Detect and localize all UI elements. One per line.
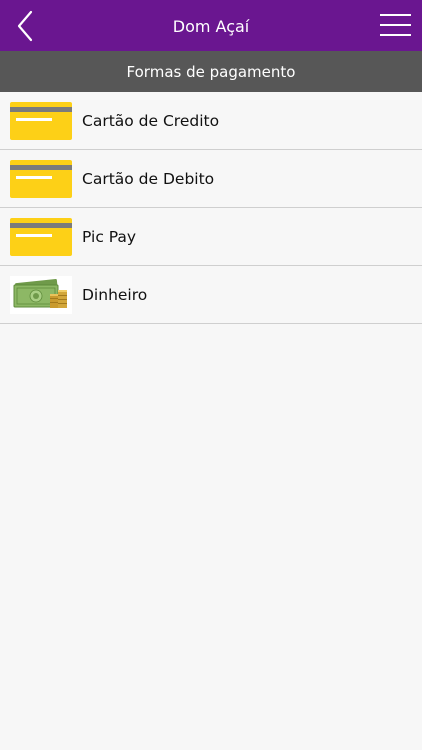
credit-card-icon — [10, 102, 72, 140]
cash-money-icon — [10, 276, 72, 314]
payment-methods-list: Cartão de Credito Cartão de Debito Pic P… — [0, 92, 422, 324]
list-item-cash[interactable]: Dinheiro — [0, 266, 422, 324]
back-button[interactable] — [10, 8, 44, 44]
item-label: Cartão de Credito — [82, 112, 220, 130]
top-navigation-bar: Dom Açaí — [0, 0, 422, 51]
list-item-debit-card[interactable]: Cartão de Debito — [0, 150, 422, 208]
item-label: Cartão de Debito — [82, 170, 215, 188]
list-item-pic-pay[interactable]: Pic Pay — [0, 208, 422, 266]
chevron-left-icon — [17, 10, 33, 42]
item-label: Dinheiro — [82, 286, 148, 304]
debit-card-icon — [10, 160, 72, 198]
picpay-card-icon — [10, 218, 72, 256]
list-item-credit-card[interactable]: Cartão de Credito — [0, 92, 422, 150]
menu-button[interactable] — [380, 11, 412, 39]
app-screen: Dom Açaí Formas de pagamento Cartão de C… — [0, 0, 422, 750]
section-header: Formas de pagamento — [0, 51, 422, 92]
app-title: Dom Açaí — [172, 17, 250, 36]
item-label: Pic Pay — [82, 228, 137, 246]
